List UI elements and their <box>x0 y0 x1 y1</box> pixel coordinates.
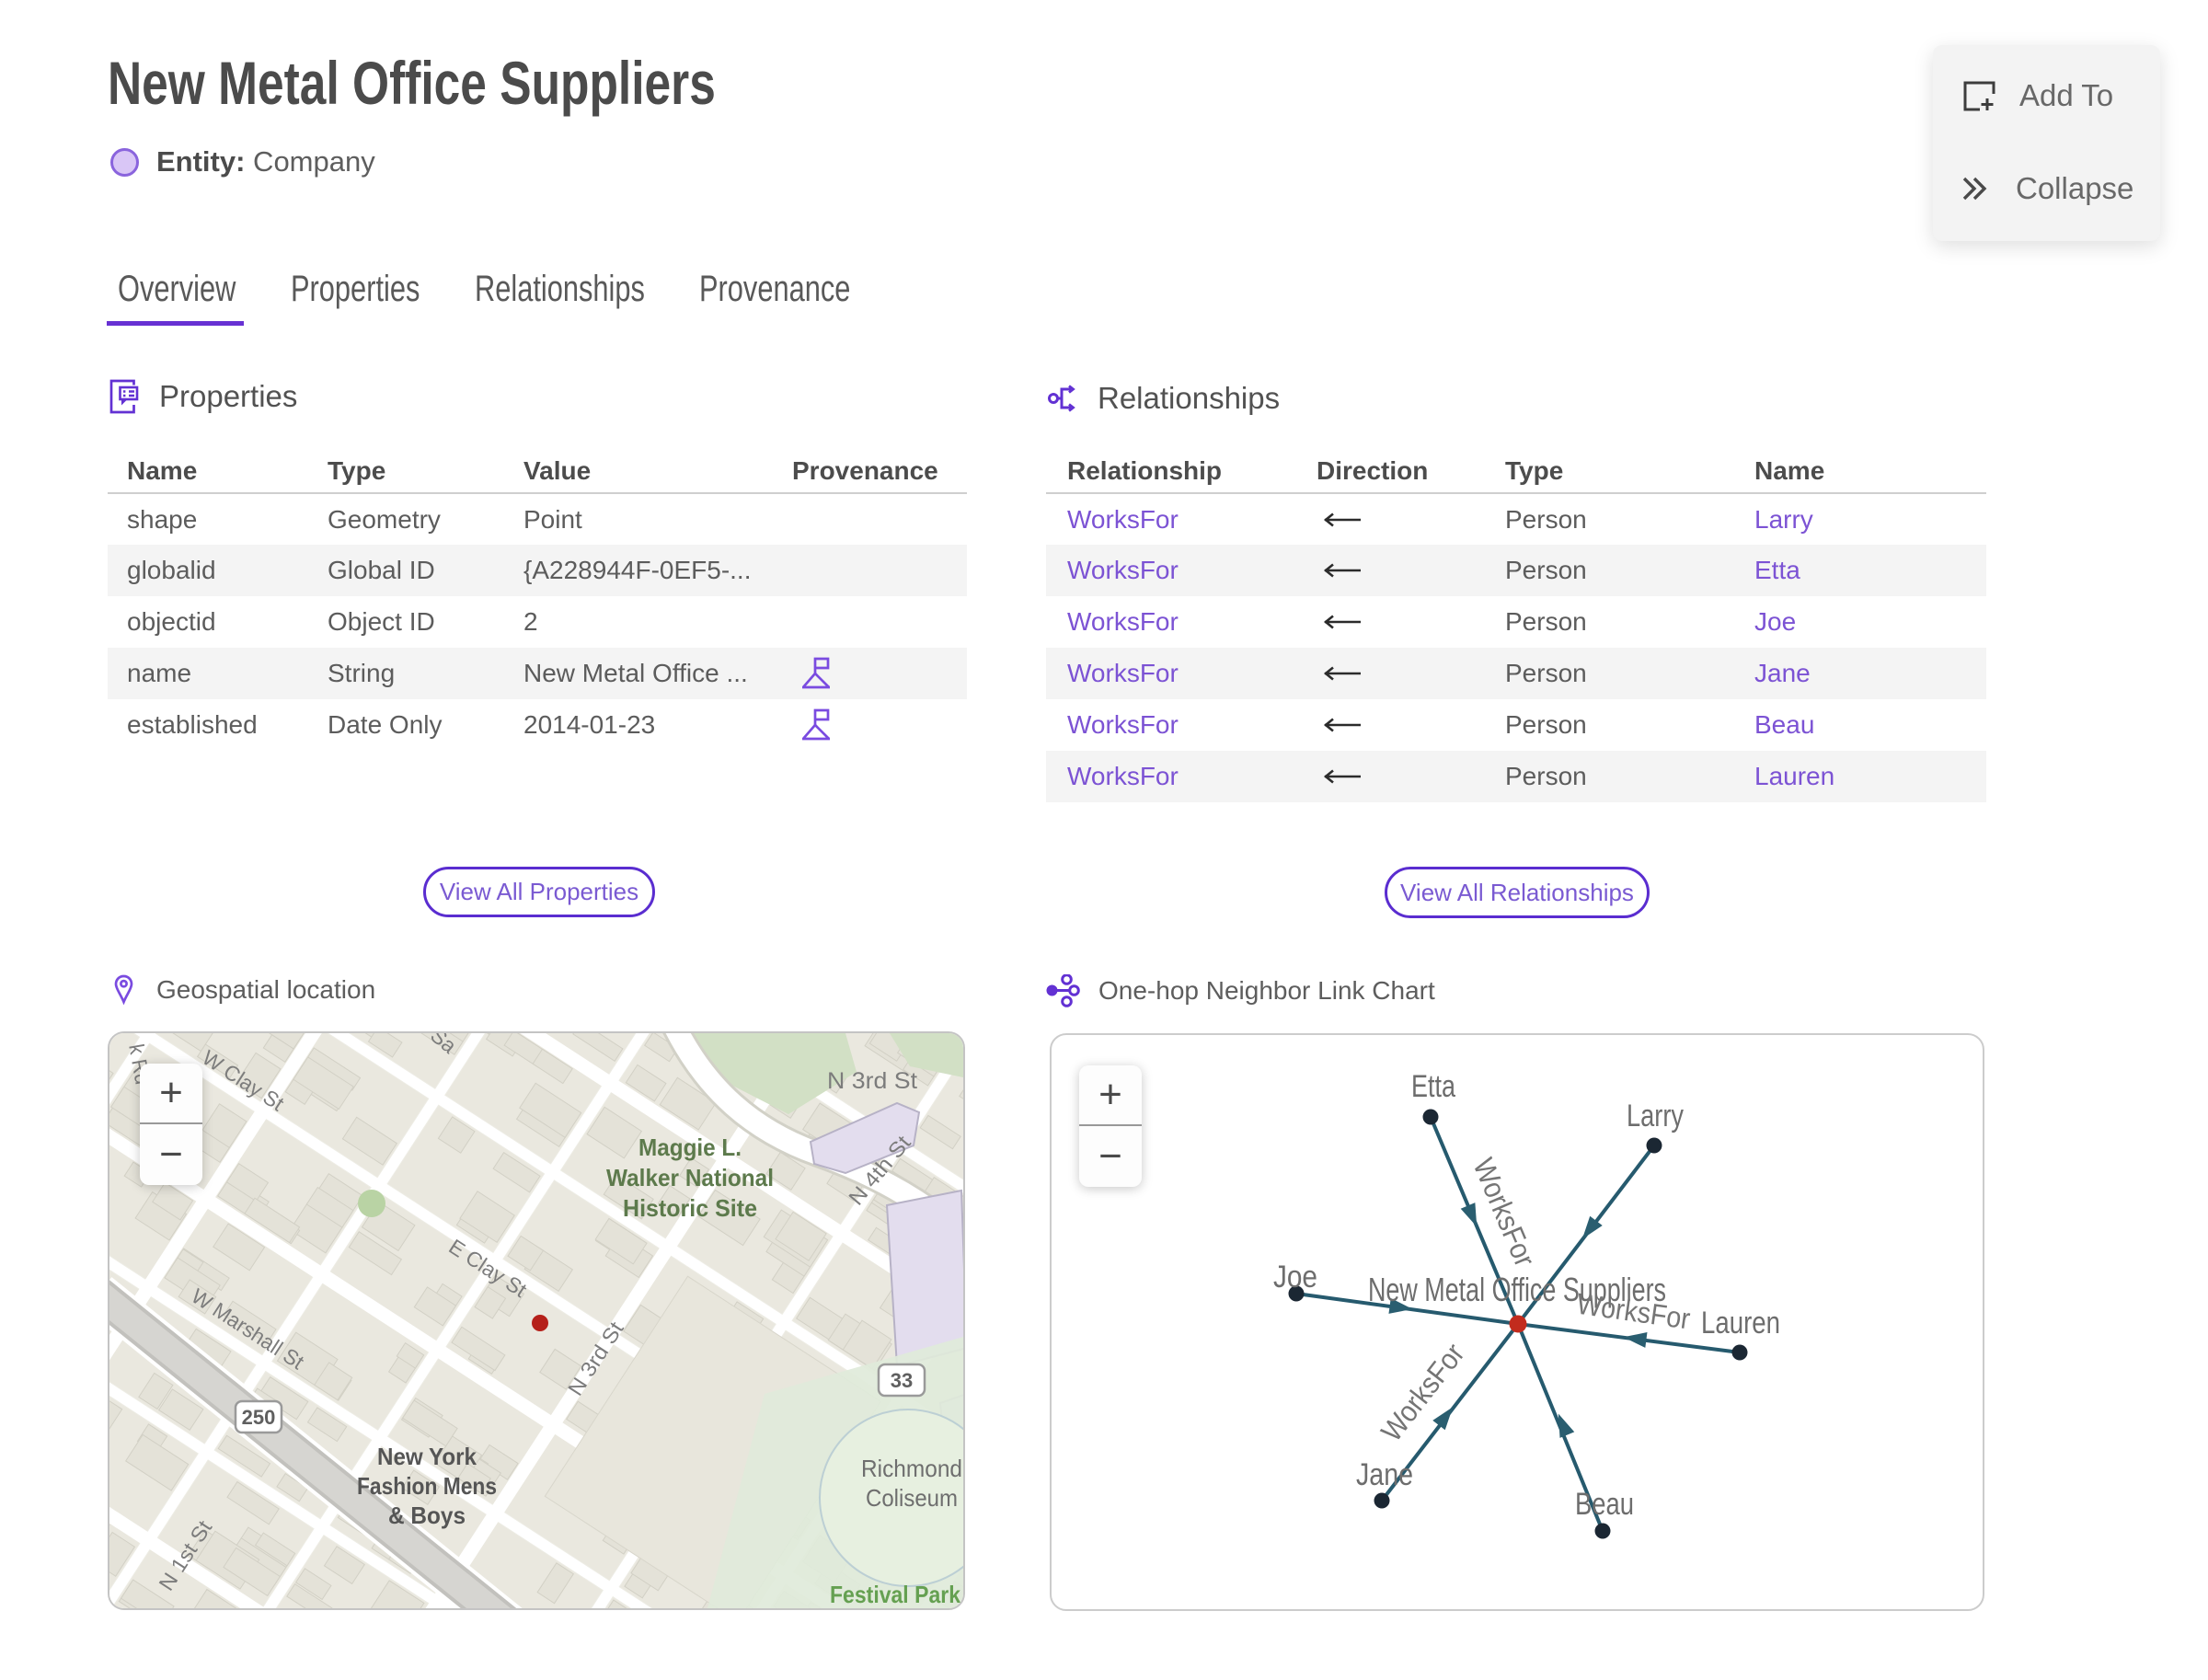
svg-text:Jane: Jane <box>1356 1457 1413 1492</box>
svg-text:WorksFor: WorksFor <box>1374 1337 1471 1447</box>
svg-text:Richmond: Richmond <box>861 1455 962 1482</box>
svg-text:Fashion Mens: Fashion Mens <box>357 1472 497 1500</box>
svg-text:& Boys: & Boys <box>388 1502 466 1529</box>
svg-text:Joe: Joe <box>1273 1260 1317 1295</box>
svg-text:WorksFor: WorksFor <box>1466 1154 1542 1272</box>
svg-text:33: 33 <box>891 1369 913 1392</box>
svg-text:Festival Park: Festival Park <box>830 1581 960 1608</box>
svg-text:WorksFor: WorksFor <box>1575 1287 1693 1336</box>
svg-text:Walker National: Walker National <box>606 1164 774 1191</box>
svg-text:Historic Site: Historic Site <box>623 1194 757 1222</box>
svg-text:Coliseum: Coliseum <box>866 1484 958 1512</box>
svg-text:250: 250 <box>242 1406 276 1429</box>
svg-text:Etta: Etta <box>1411 1069 1455 1104</box>
svg-text:Beau: Beau <box>1575 1487 1634 1522</box>
svg-text:Larry: Larry <box>1627 1099 1684 1133</box>
svg-text:New York: New York <box>377 1443 477 1470</box>
svg-text:Maggie L.: Maggie L. <box>638 1133 742 1161</box>
svg-text:Lauren: Lauren <box>1701 1306 1780 1341</box>
svg-text:N 3rd St: N 3rd St <box>827 1068 917 1094</box>
